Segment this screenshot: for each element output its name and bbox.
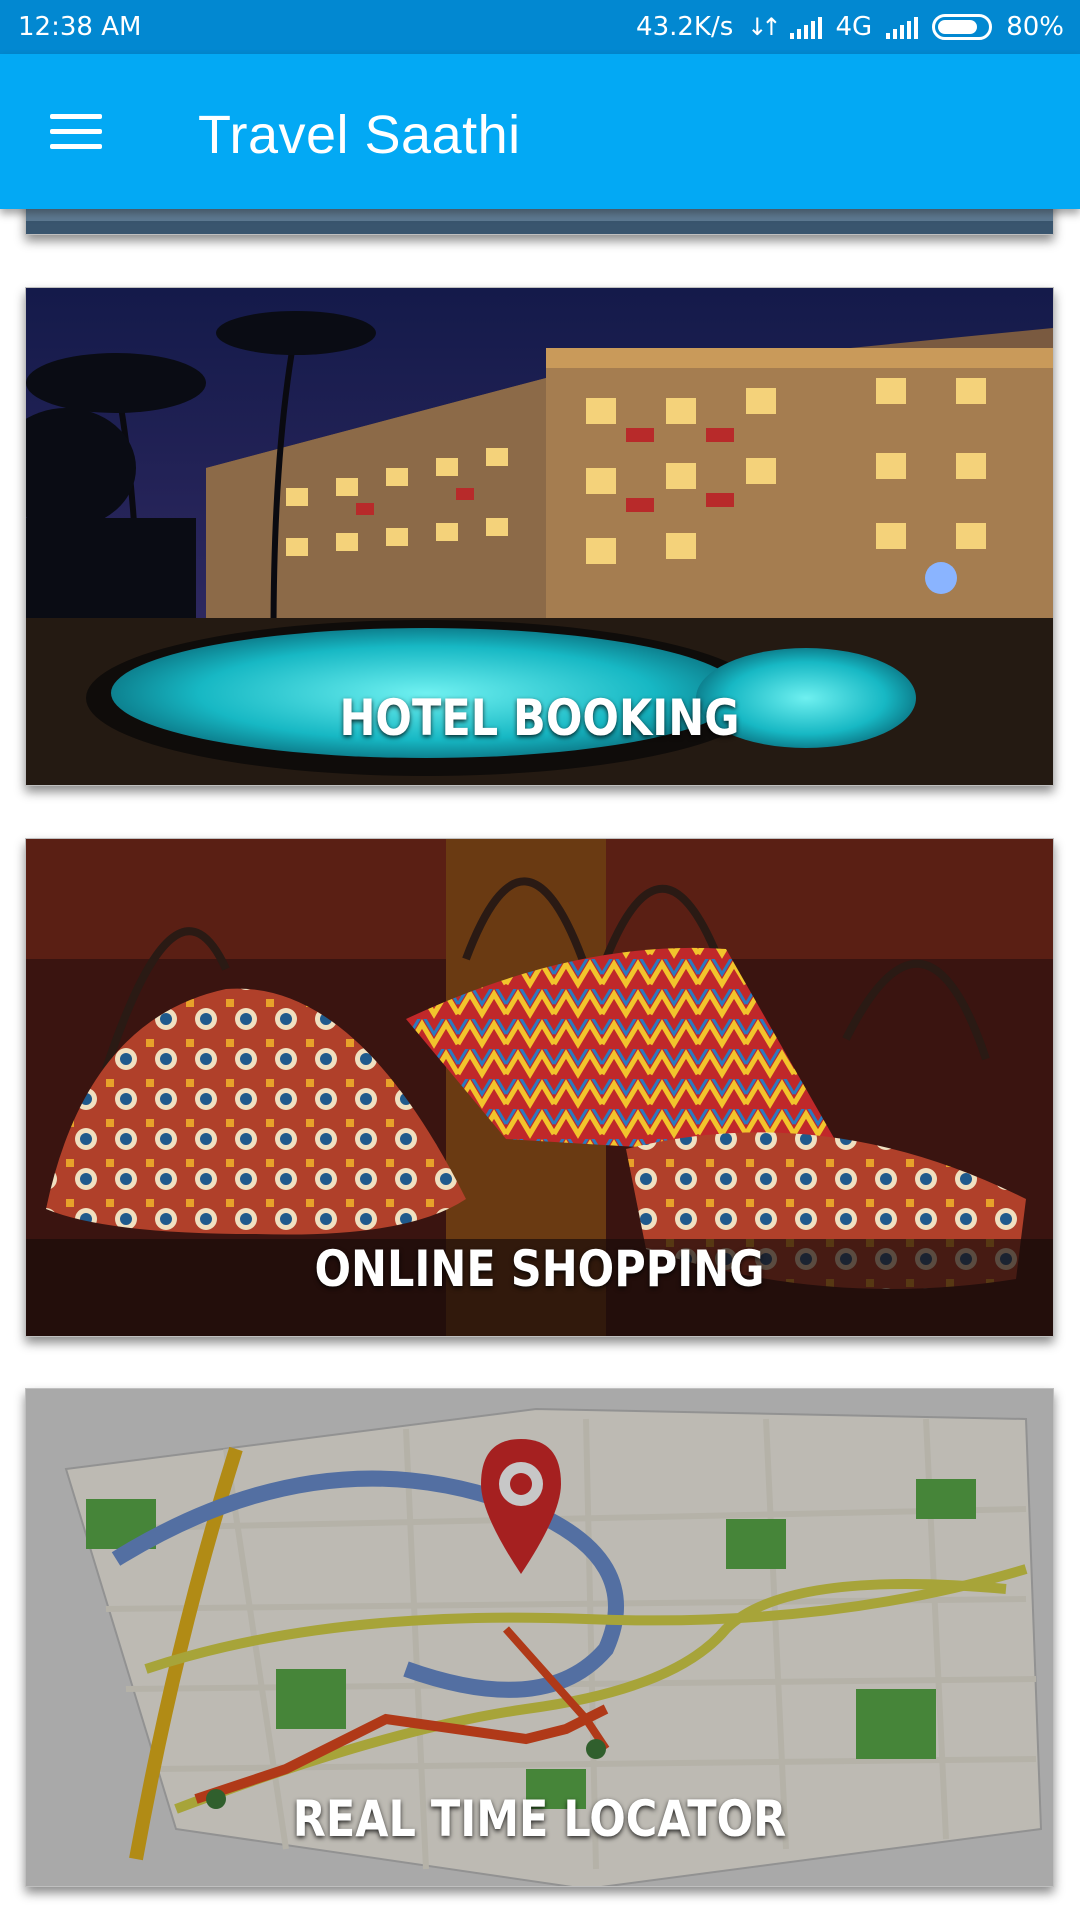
status-bar: 12:38 AM 43.2K/s ↓↑ 4G 80% [0,0,1080,54]
real-time-locator-label: REAL TIME LOCATOR [292,1790,787,1848]
battery-icon [932,14,993,40]
data-transfer-icon: ↓↑ [747,13,781,41]
hotel-booking-label: HOTEL BOOKING [339,689,740,747]
status-icons: 43.2K/s ↓↑ 4G 80% [636,12,1064,42]
online-shopping-card[interactable]: ONLINE SHOPPING [25,838,1054,1337]
hotel-booking-card[interactable]: HOTEL BOOKING [25,287,1054,786]
status-time: 12:38 AM [18,12,142,42]
network-type: 4G [835,12,873,42]
network-speed: 43.2K/s [636,12,734,42]
hamburger-menu-icon[interactable] [50,114,104,150]
app-bar: Travel Saathi [0,54,1080,209]
online-shopping-label: ONLINE SHOPPING [314,1240,765,1298]
real-time-locator-card[interactable]: REAL TIME LOCATOR [25,1388,1054,1887]
battery-percent: 80% [1006,12,1064,42]
signal-icon-secondary [886,15,919,39]
signal-icon [789,15,822,39]
app-title: Travel Saathi [198,105,521,165]
